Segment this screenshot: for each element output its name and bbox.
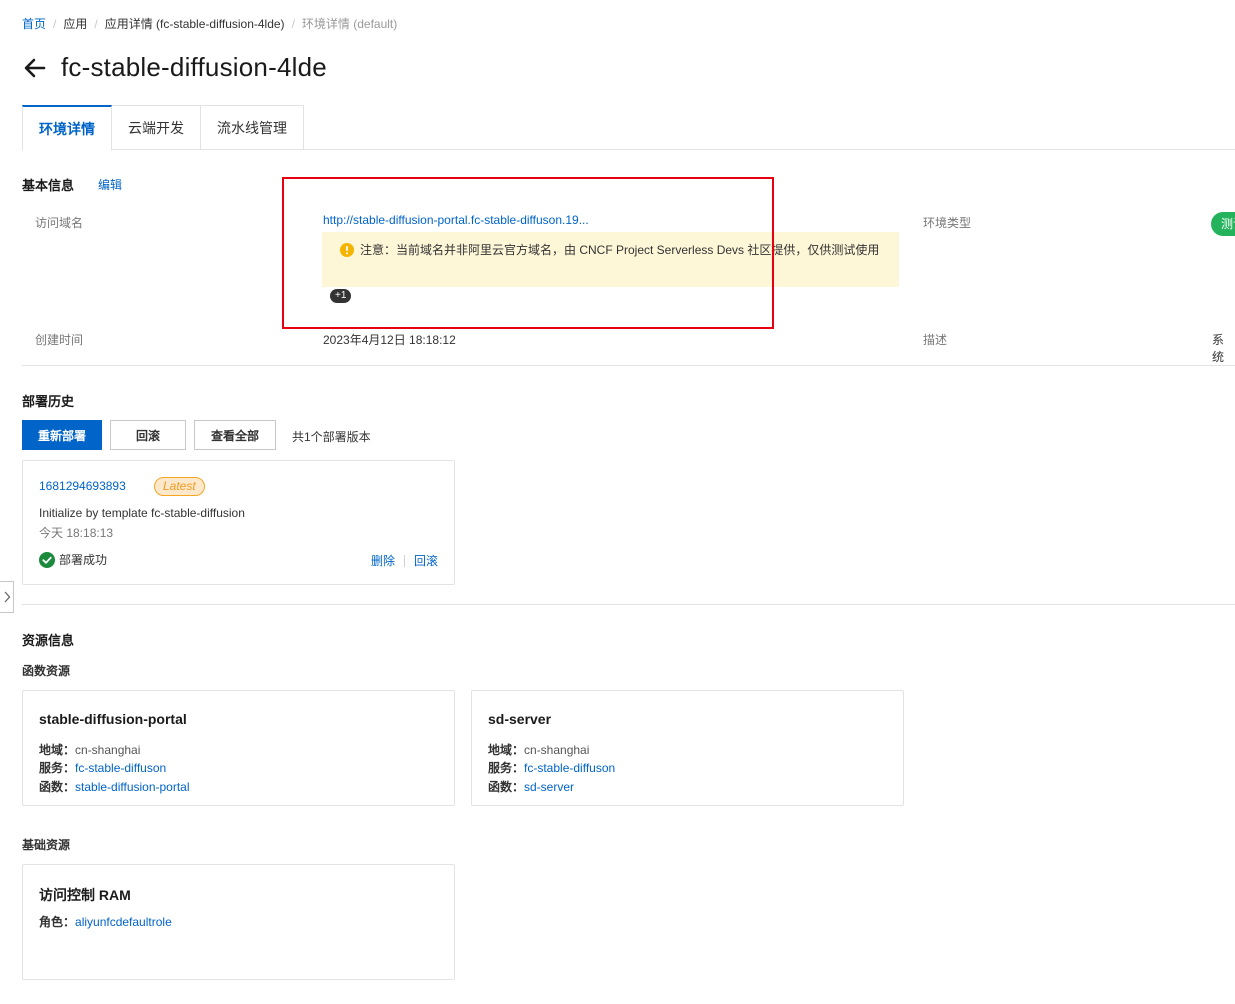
function-link[interactable]: sd-server <box>524 780 574 794</box>
base-resources-title: 基础资源 <box>22 838 71 852</box>
deploy-card: 1681294693893 Latest Initialize by templ… <box>22 460 455 585</box>
region-value: cn-shanghai <box>524 743 590 757</box>
deploy-status: 部署成功 <box>39 551 107 568</box>
ram-card-title: 访问控制 RAM <box>39 887 131 903</box>
ram-card: 访问控制 RAM 角色：aliyunfcdefaultrole <box>22 864 455 980</box>
notice-text: 注意：当前域名并非阿里云官方域名，由 CNCF Project Serverle… <box>360 243 880 257</box>
service-row: 服务：fc-stable-diffuson <box>488 761 616 775</box>
rollback-button[interactable]: 回滚 <box>110 420 186 450</box>
domain-notice: 注意：当前域名并非阿里云官方域名，由 CNCF Project Serverle… <box>322 232 899 287</box>
latest-badge: Latest <box>154 477 205 496</box>
deploy-card-actions: 删除 回滚 <box>371 552 438 569</box>
resources-title: 资源信息 <box>22 633 75 648</box>
warning-icon <box>340 243 354 257</box>
deploy-time: 今天 18:18:13 <box>39 526 114 540</box>
service-link[interactable]: fc-stable-diffuson <box>524 761 615 775</box>
region-row: 地域：cn-shanghai <box>488 743 590 757</box>
deploy-history-title: 部署历史 <box>22 394 75 409</box>
function-link[interactable]: stable-diffusion-portal <box>75 780 190 794</box>
deploy-status-text: 部署成功 <box>59 553 108 567</box>
env-type-label: 环境类型 <box>923 216 972 230</box>
domain-link[interactable]: http://stable-diffusion-portal.fc-stable… <box>323 213 589 227</box>
breadcrumb-separator: / <box>291 16 295 31</box>
delete-link[interactable]: 删除 <box>371 552 395 569</box>
tab-pipeline[interactable]: 流水线管理 <box>201 105 304 150</box>
env-type-badge: 测试 <box>1211 212 1235 236</box>
role-link[interactable]: aliyunfcdefaultrole <box>75 915 172 929</box>
tab-env-detail[interactable]: 环境详情 <box>22 105 112 151</box>
redeploy-button[interactable]: 重新部署 <box>22 420 102 450</box>
service-row: 服务：fc-stable-diffuson <box>39 761 167 775</box>
breadcrumb-home[interactable]: 首页 <box>22 15 46 32</box>
domain-label: 访问域名 <box>35 216 84 230</box>
function-card-title: sd-server <box>488 711 552 727</box>
region-value: cn-shanghai <box>75 743 141 757</box>
arrow-left-icon[interactable] <box>22 55 48 81</box>
edit-link[interactable]: 编辑 <box>98 176 122 193</box>
card-rollback-link[interactable]: 回滚 <box>414 552 438 569</box>
breadcrumb-apps[interactable]: 应用 <box>63 15 87 32</box>
created-value: 2023年4月12日 18:18:12 <box>323 333 456 347</box>
description-label: 描述 <box>923 333 948 347</box>
breadcrumb-separator: / <box>94 16 98 31</box>
service-link[interactable]: fc-stable-diffuson <box>75 761 166 775</box>
function-card-title: stable-diffusion-portal <box>39 711 187 727</box>
description-value: 系统 <box>1212 333 1225 364</box>
deploy-count: 共1个部署版本 <box>292 430 371 444</box>
function-card: stable-diffusion-portal 地域：cn-shanghai 服… <box>22 690 455 806</box>
region-row: 地域：cn-shanghai <box>39 743 141 757</box>
sidebar-toggle-button[interactable] <box>0 581 14 613</box>
function-row: 函数：sd-server <box>488 780 575 794</box>
tab-cloud-dev[interactable]: 云端开发 <box>112 105 201 150</box>
page-header: fc-stable-diffusion-4lde <box>22 52 327 83</box>
function-resources-title: 函数资源 <box>22 664 71 678</box>
action-separator <box>403 554 405 567</box>
breadcrumb-current: 环境详情 (default) <box>301 17 398 31</box>
basic-info-title: 基本信息 <box>22 178 75 193</box>
more-domains-badge[interactable]: +1 <box>330 289 352 303</box>
check-circle-icon <box>39 551 55 568</box>
breadcrumb-separator: / <box>53 16 57 31</box>
breadcrumb: 首页 / 应用 / 应用详情 (fc-stable-diffusion-4lde… <box>22 15 397 32</box>
function-row: 函数：stable-diffusion-portal <box>39 780 190 794</box>
view-all-button[interactable]: 查看全部 <box>194 420 276 450</box>
deploy-description: Initialize by template fc-stable-diffusi… <box>39 506 245 520</box>
page-title: fc-stable-diffusion-4lde <box>61 52 327 82</box>
function-card: sd-server 地域：cn-shanghai 服务：fc-stable-di… <box>471 690 904 806</box>
role-row: 角色：aliyunfcdefaultrole <box>39 915 172 929</box>
breadcrumb-app-detail[interactable]: 应用详情 (fc-stable-diffusion-4lde) <box>105 15 285 32</box>
divider <box>22 604 1235 605</box>
chevron-right-icon <box>4 591 10 603</box>
tab-bar: 环境详情 云端开发 流水线管理 <box>22 105 1235 151</box>
divider <box>22 365 1235 366</box>
deploy-id-link[interactable]: 1681294693893 <box>39 479 126 493</box>
created-label: 创建时间 <box>35 333 84 347</box>
